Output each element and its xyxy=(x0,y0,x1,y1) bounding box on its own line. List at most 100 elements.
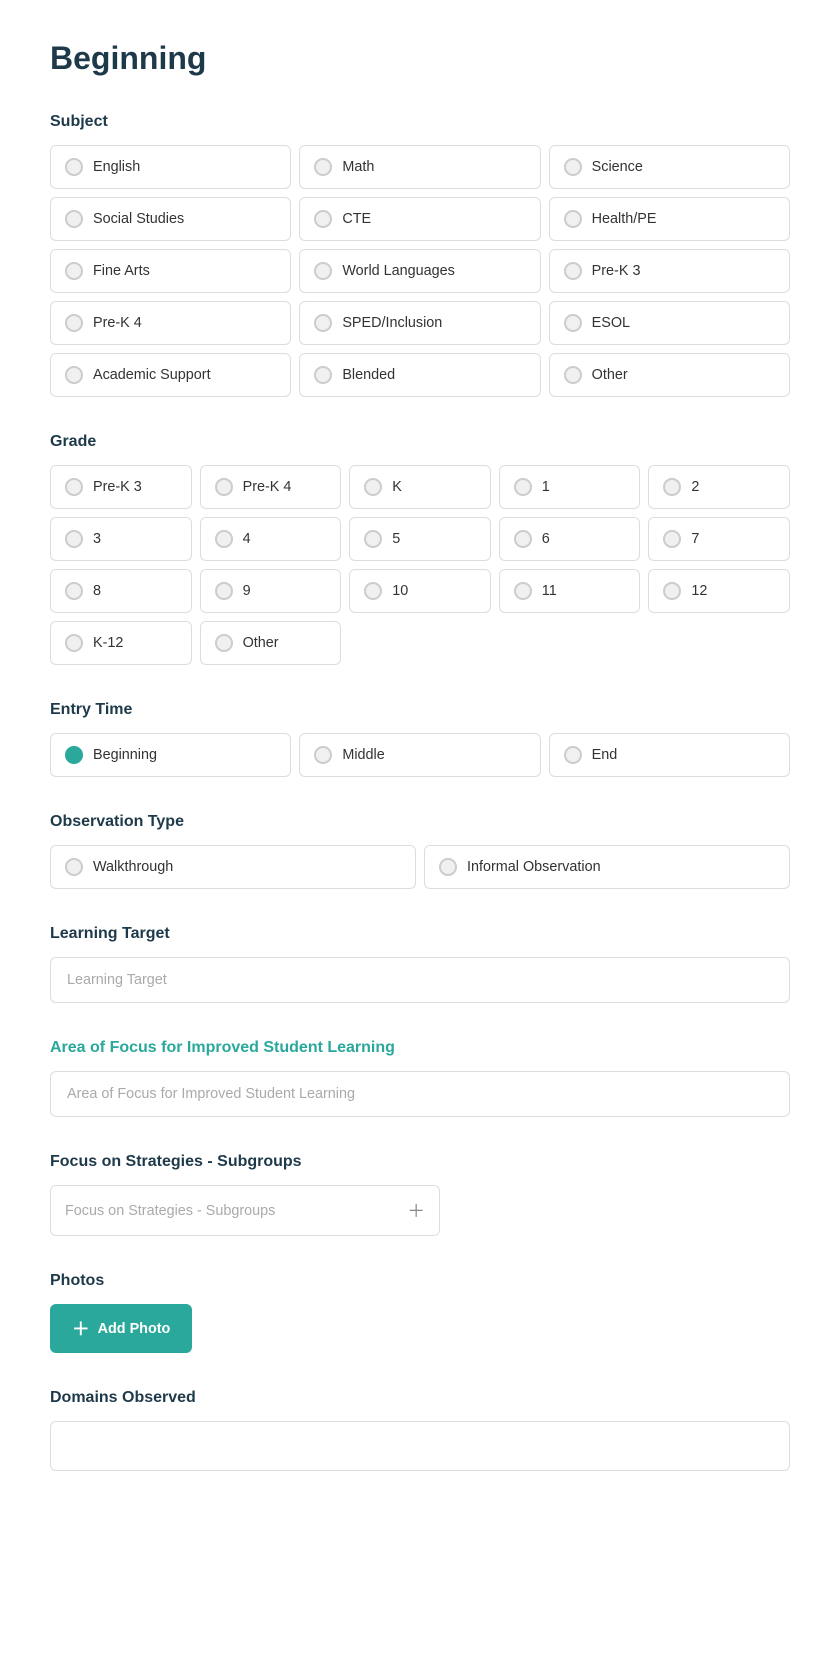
subject-option-label: Science xyxy=(592,159,643,175)
grade-option-label: 4 xyxy=(243,531,251,547)
observation-type-option-label: Walkthrough xyxy=(93,859,173,875)
grade-option-label: Other xyxy=(243,635,279,651)
radio-circle xyxy=(314,158,332,176)
grade-option-label: 12 xyxy=(691,583,707,599)
subject-option[interactable]: Blended xyxy=(299,353,540,397)
subject-option[interactable]: Math xyxy=(299,145,540,189)
radio-circle xyxy=(215,634,233,652)
domains-observed-box xyxy=(50,1421,790,1471)
subject-option[interactable]: Academic Support xyxy=(50,353,291,397)
radio-circle xyxy=(65,582,83,600)
radio-circle xyxy=(439,858,457,876)
observation-type-section: Observation Type Walkthrough Informal Obs… xyxy=(50,813,790,889)
observation-type-option[interactable]: Informal Observation xyxy=(424,845,790,889)
subject-option-label: Academic Support xyxy=(93,367,211,383)
grade-option[interactable]: Pre-K 4 xyxy=(200,465,342,509)
radio-circle xyxy=(314,262,332,280)
subject-option-label: English xyxy=(93,159,140,175)
grade-option[interactable]: 5 xyxy=(349,517,491,561)
subject-option[interactable]: World Languages xyxy=(299,249,540,293)
grade-option[interactable]: 3 xyxy=(50,517,192,561)
subject-option-label: World Languages xyxy=(342,263,455,279)
grade-option[interactable]: 7 xyxy=(648,517,790,561)
add-photo-button[interactable]: ＋ Add Photo xyxy=(50,1304,192,1353)
radio-circle xyxy=(663,582,681,600)
grade-option[interactable]: 1 xyxy=(499,465,641,509)
grade-option[interactable]: K-12 xyxy=(50,621,192,665)
grade-option[interactable]: Other xyxy=(200,621,342,665)
radio-circle xyxy=(65,634,83,652)
observation-type-label: Observation Type xyxy=(50,813,790,831)
radio-circle xyxy=(65,314,83,332)
radio-circle xyxy=(314,366,332,384)
radio-circle xyxy=(514,478,532,496)
observation-type-option[interactable]: Walkthrough xyxy=(50,845,416,889)
subject-option[interactable]: ESOL xyxy=(549,301,790,345)
grade-option-label: 3 xyxy=(93,531,101,547)
grade-option[interactable]: 12 xyxy=(648,569,790,613)
subject-option-label: Math xyxy=(342,159,374,175)
entry-time-option-label: Middle xyxy=(342,747,384,763)
learning-target-label: Learning Target xyxy=(50,925,790,943)
subject-option[interactable]: CTE xyxy=(299,197,540,241)
grade-options: Pre-K 3Pre-K 4K123456789101112K-12Other xyxy=(50,465,790,665)
grade-option[interactable]: Pre-K 3 xyxy=(50,465,192,509)
photos-section: Photos ＋ Add Photo xyxy=(50,1272,790,1353)
radio-circle xyxy=(65,530,83,548)
subject-option[interactable]: Health/PE xyxy=(549,197,790,241)
focus-strategies-placeholder: Focus on Strategies - Subgroups xyxy=(65,1203,275,1219)
focus-strategies-plus-icon: ＋ xyxy=(407,1198,425,1223)
subject-option-label: Social Studies xyxy=(93,211,184,227)
radio-circle xyxy=(364,530,382,548)
focus-strategies-dropdown[interactable]: Focus on Strategies - Subgroups ＋ xyxy=(50,1185,440,1236)
grade-option-label: 10 xyxy=(392,583,408,599)
grade-option-label: 1 xyxy=(542,479,550,495)
domains-observed-label: Domains Observed xyxy=(50,1389,790,1407)
radio-circle xyxy=(314,746,332,764)
grade-option-label: 2 xyxy=(691,479,699,495)
grade-label: Grade xyxy=(50,433,790,451)
entry-time-option[interactable]: Beginning xyxy=(50,733,291,777)
radio-circle xyxy=(65,858,83,876)
subject-option-label: Pre-K 4 xyxy=(93,315,142,331)
subject-option-label: CTE xyxy=(342,211,371,227)
subject-option[interactable]: Other xyxy=(549,353,790,397)
observation-type-options: Walkthrough Informal Observation xyxy=(50,845,790,889)
grade-option[interactable]: K xyxy=(349,465,491,509)
subject-option[interactable]: Fine Arts xyxy=(50,249,291,293)
subject-option[interactable]: SPED/Inclusion xyxy=(299,301,540,345)
grade-option[interactable]: 9 xyxy=(200,569,342,613)
radio-circle xyxy=(364,478,382,496)
page-title: Beginning xyxy=(50,40,790,77)
grade-option-label: 7 xyxy=(691,531,699,547)
grade-option[interactable]: 4 xyxy=(200,517,342,561)
subject-option-label: Other xyxy=(592,367,628,383)
grade-option[interactable]: 11 xyxy=(499,569,641,613)
subject-option[interactable]: Pre-K 4 xyxy=(50,301,291,345)
grade-option[interactable]: 10 xyxy=(349,569,491,613)
radio-circle xyxy=(65,746,83,764)
grade-option[interactable]: 8 xyxy=(50,569,192,613)
subject-option[interactable]: Pre-K 3 xyxy=(549,249,790,293)
radio-circle xyxy=(564,158,582,176)
radio-circle xyxy=(514,582,532,600)
grade-option[interactable]: 6 xyxy=(499,517,641,561)
radio-circle xyxy=(564,210,582,228)
learning-target-input[interactable] xyxy=(50,957,790,1003)
grade-option-label: 11 xyxy=(542,583,557,599)
entry-time-option-label: Beginning xyxy=(93,747,157,763)
grade-option-label: K xyxy=(392,479,402,495)
subject-option[interactable]: Social Studies xyxy=(50,197,291,241)
radio-circle xyxy=(564,746,582,764)
radio-circle xyxy=(314,314,332,332)
radio-circle xyxy=(65,210,83,228)
entry-time-option[interactable]: Middle xyxy=(299,733,540,777)
subject-option[interactable]: English xyxy=(50,145,291,189)
entry-time-option[interactable]: End xyxy=(549,733,790,777)
area-of-focus-input[interactable] xyxy=(50,1071,790,1117)
observation-type-option-label: Informal Observation xyxy=(467,859,601,875)
area-of-focus-section: Area of Focus for Improved Student Learn… xyxy=(50,1039,790,1117)
subject-option[interactable]: Science xyxy=(549,145,790,189)
grade-option[interactable]: 2 xyxy=(648,465,790,509)
radio-circle xyxy=(65,366,83,384)
